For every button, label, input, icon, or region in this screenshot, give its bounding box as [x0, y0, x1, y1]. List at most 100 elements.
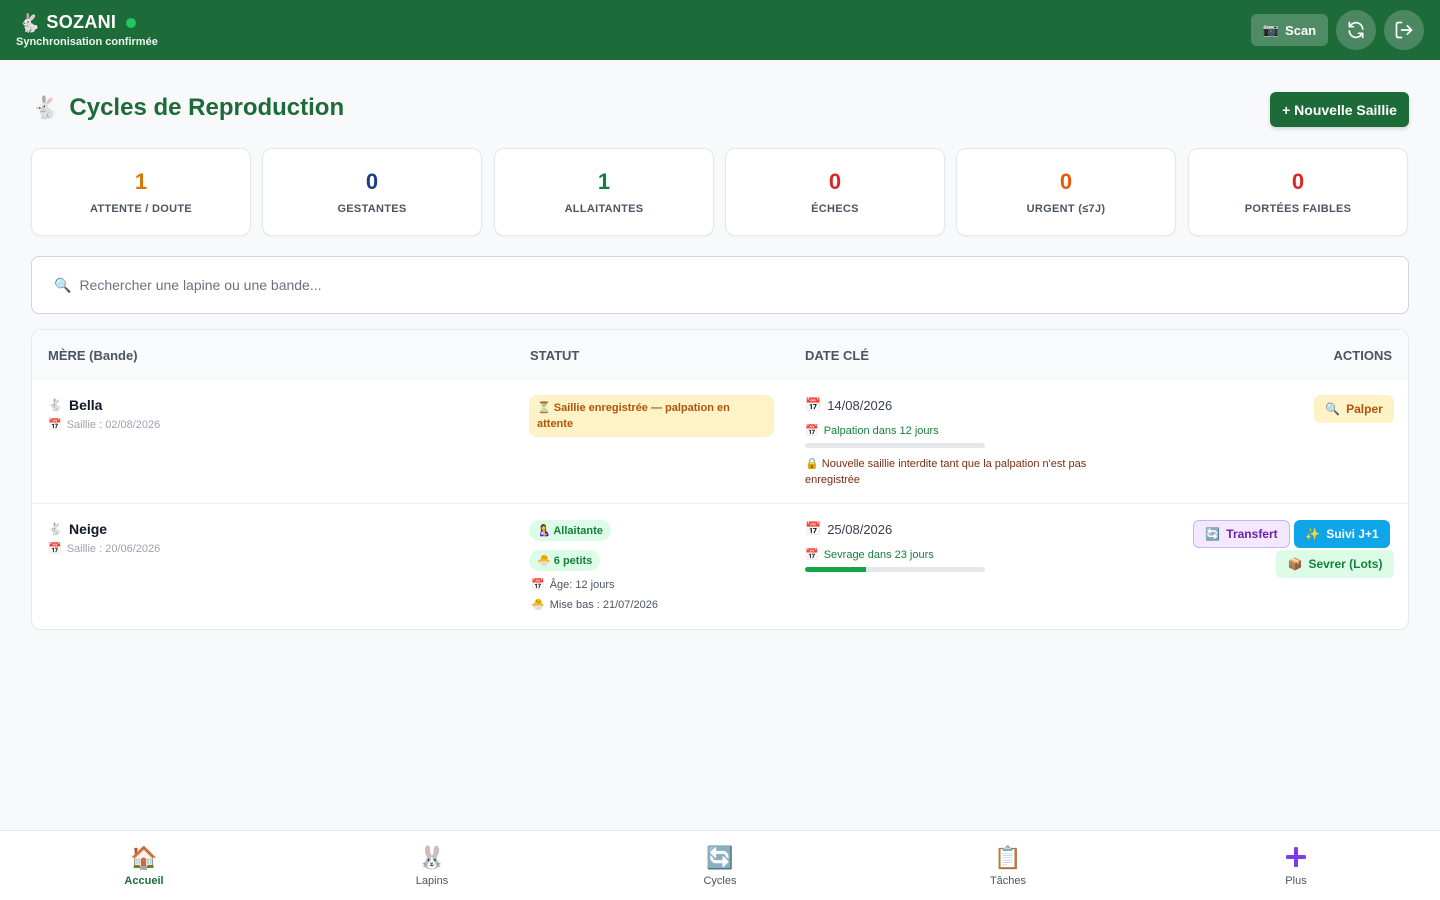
sparkle-icon: ✨	[1305, 527, 1321, 541]
nursing-icon: 🤱	[537, 525, 551, 537]
palper-button[interactable]: 🔍 Palper	[1314, 395, 1394, 423]
lock-icon: 🔒	[805, 458, 819, 470]
stat-label: ÉCHECS	[811, 203, 859, 215]
search-bar: 🔍	[31, 256, 1409, 314]
nav-item-plus[interactable]: Plus	[1152, 831, 1440, 900]
saillie-date-text: Saillie : 02/08/2026	[66, 418, 161, 431]
suivi-label: Suivi J+1	[1326, 527, 1379, 541]
stat-value: 0	[365, 169, 379, 194]
logout-icon	[1395, 21, 1413, 39]
calendar-icon: 📅	[805, 521, 822, 536]
sync-status: Synchronisation confirmée	[16, 36, 158, 48]
header-key-date: DATE CLÉ	[805, 348, 870, 363]
nav-label: Accueil	[124, 875, 164, 887]
stat-label: ALLAITANTES	[564, 203, 644, 215]
bottom-nav: 🏠 Accueil 🐰 Lapins 🔄 Cycles 📋 Tâches Plu…	[0, 830, 1440, 900]
rabbit-icon: 🐰	[418, 845, 446, 870]
litter-age-text: Âge: 12 jours	[549, 578, 615, 591]
mother-name-text: Neige	[68, 521, 108, 537]
calendar-icon: 📅	[531, 579, 545, 591]
refresh-button[interactable]	[1336, 10, 1376, 50]
nav-label: Cycles	[703, 875, 737, 887]
status-badge: 🤱 Allaitante	[529, 520, 611, 541]
nav-item-lapins[interactable]: 🐰 Lapins	[288, 831, 576, 900]
stat-card-gestantes[interactable]: 0 GESTANTES	[262, 148, 482, 236]
plus-icon	[1152, 845, 1440, 871]
warning-message: 🔒 Nouvelle saillie interdite tant que la…	[805, 456, 1105, 488]
suivi-button[interactable]: ✨ Suivi J+1	[1294, 520, 1390, 548]
mother-name: 🐇 Bella	[48, 397, 102, 413]
stat-card-attente[interactable]: 1 ATTENTE / DOUTE	[31, 148, 251, 236]
key-date-text: 25/08/2026	[827, 521, 893, 537]
page-title-text: Cycles de Reproduction	[69, 94, 345, 121]
calendar-icon: 📅	[805, 425, 819, 437]
search-icon: 🔍	[54, 276, 72, 293]
stat-value: 1	[134, 169, 148, 194]
calendar-icon: 📅	[805, 397, 822, 412]
plus-icon-svg	[1286, 847, 1306, 867]
stat-value: 0	[1291, 169, 1305, 194]
saillie-date-text: Saillie : 20/06/2026	[66, 542, 161, 555]
stat-value: 0	[828, 169, 842, 194]
nav-label: Tâches	[989, 875, 1027, 887]
nav-label: Plus	[1285, 875, 1307, 887]
nav-item-taches[interactable]: 📋 Tâches	[864, 831, 1152, 900]
nav-item-accueil[interactable]: 🏠 Accueil	[0, 831, 288, 900]
stat-label: GESTANTES	[337, 203, 407, 215]
saillie-date: 📅 Saillie : 02/08/2026	[48, 418, 161, 432]
birth-icon: 🐣	[531, 599, 545, 611]
table-row: 🐇 Neige 📅 Saillie : 20/06/2026 🤱 Allaita…	[32, 504, 1408, 629]
app-name: SOZANI	[46, 12, 117, 32]
logout-button[interactable]	[1384, 10, 1424, 50]
refresh-icon	[1348, 21, 1364, 39]
mother-name: 🐇 Neige	[48, 521, 107, 537]
header-status: STATUT	[530, 348, 580, 363]
countdown: 📅 Sevrage dans 23 jours	[805, 548, 934, 562]
sevrer-label: Sevrer (Lots)	[1308, 557, 1383, 571]
stat-label: URGENT (≤7J)	[1026, 203, 1106, 215]
cycles-table: MÈRE (Bande) STATUT DATE CLÉ ACTIONS 🐇 B…	[31, 329, 1409, 630]
stat-card-portees-faibles[interactable]: 0 PORTÉES FAIBLES	[1188, 148, 1408, 236]
status-badge-text: Allaitante	[553, 525, 603, 537]
transfert-label: Transfert	[1226, 527, 1278, 541]
countdown-progress	[805, 567, 985, 572]
scan-button-label: Scan	[1285, 22, 1317, 38]
litter-badge-text: 6 petits	[553, 555, 593, 567]
table-row: 🐇 Bella 📅 Saillie : 02/08/2026 ⏳ Saillie…	[32, 380, 1408, 504]
countdown-progress	[805, 443, 985, 448]
cycle-icon: 🔄	[706, 845, 734, 870]
birth-date: 🐣 Mise bas : 21/07/2026	[531, 598, 658, 612]
camera-icon: 📷	[1262, 22, 1280, 37]
rabbit-logo-icon: 🐇	[18, 12, 41, 33]
magnifier-icon: 🔍	[1325, 402, 1341, 416]
calendar-icon: 📅	[48, 543, 62, 555]
top-bar: 🐇 SOZANI Synchronisation confirmée 📷 Sca…	[0, 0, 1440, 60]
stat-label: PORTÉES FAIBLES	[1244, 203, 1352, 215]
scan-button[interactable]: 📷 Scan	[1251, 14, 1328, 46]
key-date: 📅 14/08/2026	[805, 397, 892, 413]
key-date-text: 14/08/2026	[827, 397, 893, 413]
nav-item-cycles[interactable]: 🔄 Cycles	[576, 831, 864, 900]
new-saillie-button[interactable]: + Nouvelle Saillie	[1270, 92, 1409, 127]
transfert-button[interactable]: 🔄 Transfert	[1193, 520, 1290, 548]
rabbit-icon: 🐇	[48, 398, 63, 412]
stat-card-urgent[interactable]: 0 URGENT (≤7J)	[956, 148, 1176, 236]
search-input[interactable]	[79, 277, 1380, 293]
brand: 🐇 SOZANI	[18, 12, 137, 33]
calendar-icon: 📅	[48, 419, 62, 431]
header-mother: MÈRE (Bande)	[48, 348, 138, 363]
header-actions: ACTIONS	[1333, 348, 1393, 363]
litter-icon: 🐣	[537, 555, 551, 567]
litter-age: 📅 Âge: 12 jours	[531, 578, 615, 592]
sevrer-button[interactable]: 📦 Sevrer (Lots)	[1276, 550, 1394, 578]
stat-card-echecs[interactable]: 0 ÉCHECS	[725, 148, 945, 236]
progress-fill	[805, 567, 867, 572]
mother-name-text: Bella	[68, 397, 103, 413]
birth-date-text: Mise bas : 21/07/2026	[549, 598, 658, 611]
countdown: 📅 Palpation dans 12 jours	[805, 424, 939, 438]
litter-badge: 🐣 6 petits	[529, 550, 601, 571]
saillie-date: 📅 Saillie : 20/06/2026	[48, 542, 161, 556]
stat-card-allaitantes[interactable]: 1 ALLAITANTES	[494, 148, 714, 236]
countdown-text: Sevrage dans 23 jours	[823, 548, 934, 561]
transfer-icon: 🔄	[1205, 527, 1221, 541]
